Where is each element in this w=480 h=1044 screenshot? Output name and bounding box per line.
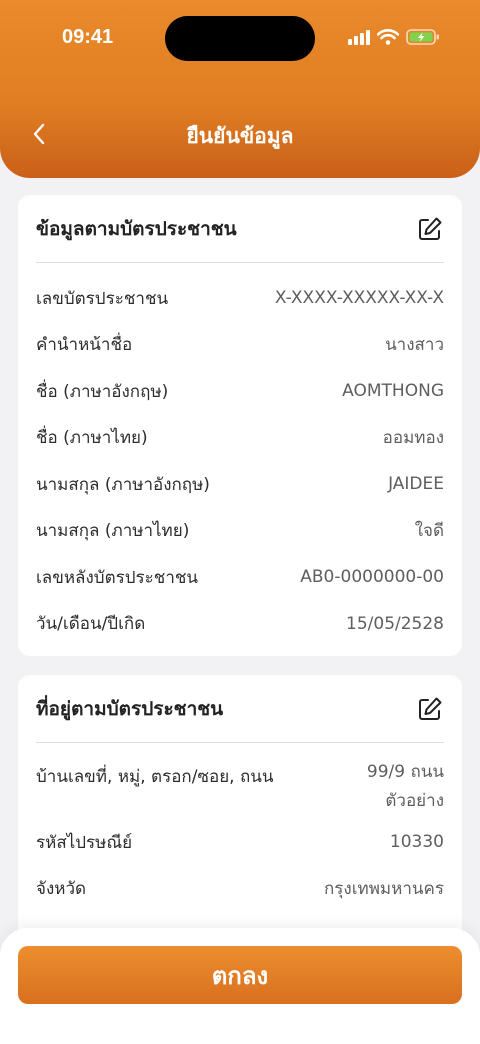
field-row-laser-code: เลขหลังบัตรประชาชน AB0-0000000-00 [36,554,444,601]
field-value: JAIDEE [388,474,444,495]
confirm-button[interactable]: ตกลง [18,946,462,1004]
field-label: ชื่อ (ภาษาไทย) [36,428,148,449]
field-label: จังหวัด [36,878,87,899]
field-row-birth-date: วัน/เดือน/ปีเกิด 15/05/2528 [36,601,444,648]
field-row-first-name-en: ชื่อ (ภาษาอังกฤษ) AOMTHONG [36,368,444,415]
address-info-title: ที่อยู่ตามบัตรประชาชน [36,697,224,720]
field-label: คำนำหน้าชื่อ [36,335,133,356]
field-value: AB0-0000000-00 [300,567,444,588]
field-label: รหัสไปรษณีย์ [36,832,133,853]
address-line-2: ตัวอย่าง [385,791,444,811]
field-value: 99/9 ถนน ตัวอย่าง [367,758,444,816]
field-value: ใจดี [414,521,444,542]
field-value: AOMTHONG [342,381,444,402]
app-header: 09:41 ยืนยันข้อมูล [0,0,480,178]
edit-icon [419,217,442,240]
field-value: 10330 [389,832,444,852]
field-row-id-number: เลขบัตรประชาชน X-XXXX-XXXXX-XX-X [36,275,444,322]
edit-address-button[interactable] [416,695,444,723]
field-label: วัน/เดือน/ปีเกิด [36,614,146,635]
field-label: เลขหลังบัตรประชาชน [36,567,199,588]
address-info-card: ที่อยู่ตามบัตรประชาชน บ้านเลขที่, หมู่, … [18,675,462,955]
field-row-last-name-th: นามสกุล (ภาษาไทย) ใจดี [36,508,444,555]
field-value: นางสาว [385,335,444,356]
field-value: ออมทอง [382,428,444,449]
address-info-header: ที่อยู่ตามบัตรประชาชน [36,675,444,743]
field-value: กรุงเทพมหานคร [323,878,444,899]
status-icons [348,28,440,46]
dynamic-island [165,16,315,61]
field-row-first-name-th: ชื่อ (ภาษาไทย) ออมทอง [36,415,444,462]
field-row-last-name-en: นามสกุล (ภาษาอังกฤษ) JAIDEE [36,461,444,508]
field-label: เลขบัตรประชาชน [36,288,169,309]
footer-bar: ตกลง [0,928,480,1044]
field-value: 15/05/2528 [346,613,444,634]
field-label: ชื่อ (ภาษาอังกฤษ) [36,381,169,402]
status-time: 09:41 [62,26,114,48]
edit-icon [419,697,442,720]
battery-charging-icon [406,29,439,45]
field-row-title-prefix: คำนำหน้าชื่อ นางสาว [36,322,444,369]
field-row-postal-code: รหัสไปรษณีย์ 10330 [36,819,444,865]
wifi-icon [377,29,399,45]
field-label: นามสกุล (ภาษาอังกฤษ) [36,474,210,495]
id-card-info-card: ข้อมูลตามบัตรประชาชน เลขบัตรประชาชน X-XX… [18,195,462,656]
field-label: นามสกุล (ภาษาไทย) [36,521,190,542]
cellular-signal-icon [348,29,370,45]
field-label: บ้านเลขที่, หมู่, ตรอก/ซอย, ถนน [36,767,274,787]
id-card-info-title: ข้อมูลตามบัตรประชาชน [36,217,237,240]
edit-id-card-button[interactable] [416,215,444,243]
address-line-1: 99/9 ถนน [366,762,444,782]
field-value: X-XXXX-XXXXX-XX-X [274,288,444,309]
field-row-house-address: บ้านเลขที่, หมู่, ตรอก/ซอย, ถนน 99/9 ถนน… [36,743,444,819]
field-row-province: จังหวัด กรุงเทพมหานคร [36,865,444,911]
id-card-info-header: ข้อมูลตามบัตรประชาชน [36,195,444,263]
page-title: ยืนยันข้อมูล [186,124,294,148]
